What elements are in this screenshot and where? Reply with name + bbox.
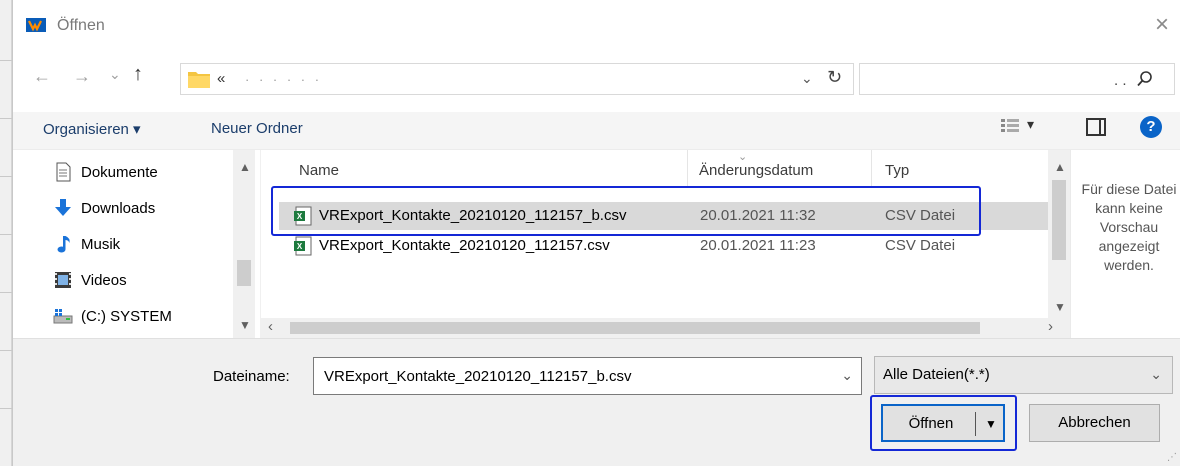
dialog-title: Öffnen	[57, 17, 105, 34]
address-dropdown-chevron-icon[interactable]: ⌄	[801, 70, 813, 87]
folder-icon	[188, 72, 210, 88]
file-date: 20.01.2021 11:23	[700, 237, 816, 254]
filename-field[interactable]: ⌄	[313, 357, 862, 395]
navigation-pane-scrollbar[interactable]: ▲ ▼	[233, 150, 255, 338]
sidebar-item-label: Musik	[81, 235, 121, 253]
scroll-down-icon[interactable]: ▼	[239, 318, 251, 332]
scroll-thumb[interactable]	[1052, 180, 1066, 260]
scroll-thumb[interactable]	[290, 322, 980, 334]
table-row[interactable]: X VRExport_Kontakte_20210120_112157.csv …	[279, 232, 1049, 260]
file-type: CSV Datei	[885, 237, 956, 254]
sidebar-item-label: Downloads	[81, 199, 156, 217]
drive-icon	[53, 309, 73, 324]
column-header-name[interactable]: Name	[299, 162, 339, 179]
file-type-select[interactable]: Alle Dateien(*.*) ⌄	[874, 356, 1173, 394]
back-arrow-icon[interactable]: ←	[33, 66, 51, 86]
csv-file-icon: X	[294, 206, 312, 226]
file-list-horizontal-scrollbar[interactable]: ‹ ›	[260, 318, 1070, 338]
close-button[interactable]: ×	[1149, 12, 1175, 38]
address-breadcrumb-overflow[interactable]: «	[217, 70, 225, 87]
view-options-button[interactable]: ▾	[1001, 116, 1041, 138]
refresh-icon[interactable]: ↻	[827, 67, 842, 88]
sidebar-item-label: (C:) SYSTEM	[81, 307, 172, 325]
app-logo-icon	[26, 18, 46, 32]
file-list: ⌄ Name Änderungsdatum Typ X VRExport_Kon…	[260, 150, 1049, 338]
background-window-edge	[0, 0, 12, 466]
svg-text:X: X	[297, 242, 303, 251]
music-icon	[57, 236, 70, 253]
table-row[interactable]: X VRExport_Kontakte_20210120_112157_b.cs…	[279, 202, 1049, 230]
filename-label: Dateiname:	[213, 368, 290, 385]
forward-arrow-icon[interactable]: →	[73, 66, 91, 86]
split-separator	[975, 412, 976, 436]
scroll-down-icon[interactable]: ▼	[1054, 300, 1066, 314]
view-details-icon	[1001, 119, 1019, 132]
filename-dropdown-chevron-icon[interactable]: ⌄	[841, 367, 853, 384]
videos-icon	[55, 272, 71, 288]
column-divider[interactable]	[871, 150, 872, 188]
address-path-obscured: · · · · · ·	[245, 72, 323, 87]
view-dropdown-chevron-icon: ▾	[1027, 116, 1035, 132]
file-type: CSV Datei	[885, 207, 956, 224]
downloads-icon	[55, 199, 71, 216]
scroll-right-icon[interactable]: ›	[1048, 318, 1053, 335]
filename-input[interactable]	[314, 358, 834, 394]
documents-icon	[56, 162, 71, 182]
search-placeholder: . .	[1114, 72, 1127, 89]
sidebar-item-videos[interactable]: Videos	[53, 268, 127, 292]
scroll-up-icon[interactable]: ▲	[1054, 160, 1066, 174]
svg-text:X: X	[297, 212, 303, 221]
open-split-dropdown-icon[interactable]: ▼	[981, 406, 1001, 442]
file-type-chevron-icon: ⌄	[1150, 366, 1162, 382]
file-name: VRExport_Kontakte_20210120_112157.csv	[319, 237, 610, 254]
sidebar-item-downloads[interactable]: Downloads	[53, 196, 155, 220]
file-type-value: Alle Dateien(*.*)	[883, 366, 990, 383]
file-name: VRExport_Kontakte_20210120_112157_b.csv	[319, 207, 627, 224]
scroll-up-icon[interactable]: ▲	[239, 160, 251, 174]
file-list-vertical-scrollbar[interactable]: ▲ ▼	[1048, 150, 1070, 318]
sidebar-item-music[interactable]: Musik	[53, 232, 120, 256]
scroll-left-icon[interactable]: ‹	[268, 318, 273, 335]
open-button[interactable]: Öffnen ▼	[881, 404, 1005, 442]
resize-grip-icon[interactable]: ⋰	[1167, 452, 1177, 463]
scroll-thumb[interactable]	[237, 260, 251, 286]
navigation-pane: Dokumente Downloads Musik Videos (C:) SY…	[13, 150, 260, 338]
search-icon[interactable]	[1136, 70, 1154, 88]
preview-message: Für diese Datei kann keine Vorschau ange…	[1081, 181, 1177, 273]
new-folder-button[interactable]: Neuer Ordner	[211, 120, 303, 137]
csv-file-icon: X	[294, 236, 312, 256]
cancel-button[interactable]: Abbrechen	[1029, 404, 1160, 442]
address-bar[interactable]: « · · · · · · ⌄ ↻	[180, 63, 854, 95]
column-header-type[interactable]: Typ	[885, 162, 909, 179]
preview-pane-icon[interactable]	[1086, 118, 1106, 136]
sidebar-item-documents[interactable]: Dokumente	[53, 160, 158, 184]
sidebar-item-label: Videos	[81, 271, 127, 289]
column-divider[interactable]	[687, 150, 688, 188]
sidebar-item-label: Dokumente	[81, 163, 158, 181]
up-arrow-icon[interactable]: ↑	[133, 63, 143, 86]
open-file-dialog: Öffnen × ← → ⌄ ↑ « · · · · · · ⌄ ↻ . . O…	[12, 0, 1180, 466]
help-icon[interactable]: ?	[1140, 116, 1162, 138]
recent-locations-icon[interactable]: ⌄	[109, 64, 121, 84]
column-header-date[interactable]: Änderungsdatum	[699, 162, 813, 179]
open-button-label: Öffnen	[908, 415, 954, 432]
file-date: 20.01.2021 11:32	[700, 207, 816, 224]
organize-menu[interactable]: Organisieren ▾	[43, 120, 141, 138]
sidebar-item-c-drive[interactable]: (C:) SYSTEM	[53, 304, 172, 328]
search-box[interactable]: . .	[859, 63, 1175, 95]
